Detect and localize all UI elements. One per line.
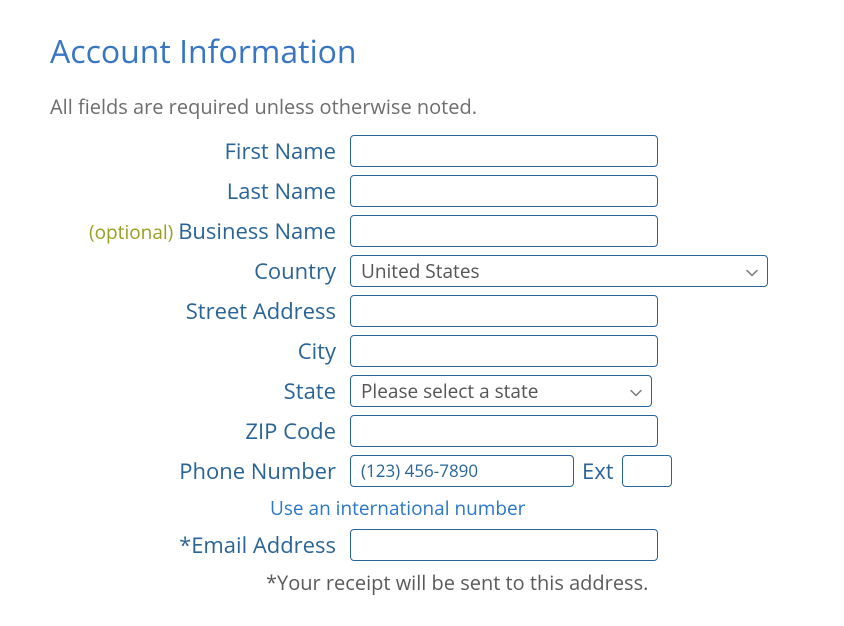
required-asterisk: * bbox=[179, 530, 191, 560]
label-last-name: Last Name bbox=[50, 176, 350, 206]
label-street-address: Street Address bbox=[50, 296, 350, 326]
label-zip: ZIP Code bbox=[50, 416, 350, 446]
label-first-name: First Name bbox=[50, 136, 350, 166]
optional-prefix: (optional) bbox=[89, 219, 178, 245]
input-last-name[interactable] bbox=[350, 175, 658, 207]
label-country: Country bbox=[50, 256, 350, 286]
row-phone: Phone Number Ext bbox=[50, 455, 794, 487]
row-business-name: (optional) Business Name bbox=[50, 215, 794, 247]
row-country: Country United States bbox=[50, 255, 794, 287]
input-zip[interactable] bbox=[350, 415, 658, 447]
input-city[interactable] bbox=[350, 335, 658, 367]
label-phone: Phone Number bbox=[50, 456, 350, 486]
label-state: State bbox=[50, 376, 350, 406]
select-state[interactable]: Please select a state bbox=[350, 375, 652, 407]
input-ext[interactable] bbox=[622, 455, 672, 487]
page-heading: Account Information bbox=[50, 30, 794, 73]
input-email[interactable] bbox=[350, 529, 658, 561]
row-email: *Email Address bbox=[50, 529, 794, 561]
input-first-name[interactable] bbox=[350, 135, 658, 167]
row-state: State Please select a state bbox=[50, 375, 794, 407]
row-zip: ZIP Code bbox=[50, 415, 794, 447]
label-city: City bbox=[50, 336, 350, 366]
required-note: All fields are required unless otherwise… bbox=[50, 93, 794, 120]
input-phone[interactable] bbox=[350, 455, 574, 487]
label-email: *Email Address bbox=[50, 530, 350, 560]
input-street-address[interactable] bbox=[350, 295, 658, 327]
label-business-name: (optional) Business Name bbox=[50, 216, 350, 246]
input-business-name[interactable] bbox=[350, 215, 658, 247]
row-street-address: Street Address bbox=[50, 295, 794, 327]
select-country[interactable]: United States bbox=[350, 255, 768, 287]
row-last-name: Last Name bbox=[50, 175, 794, 207]
link-intl-number[interactable]: Use an international number bbox=[270, 495, 525, 521]
row-city: City bbox=[50, 335, 794, 367]
row-intl-link: Use an international number bbox=[50, 495, 794, 521]
row-first-name: First Name bbox=[50, 135, 794, 167]
email-receipt-note: *Your receipt will be sent to this addre… bbox=[50, 569, 794, 596]
label-ext: Ext bbox=[582, 456, 614, 486]
